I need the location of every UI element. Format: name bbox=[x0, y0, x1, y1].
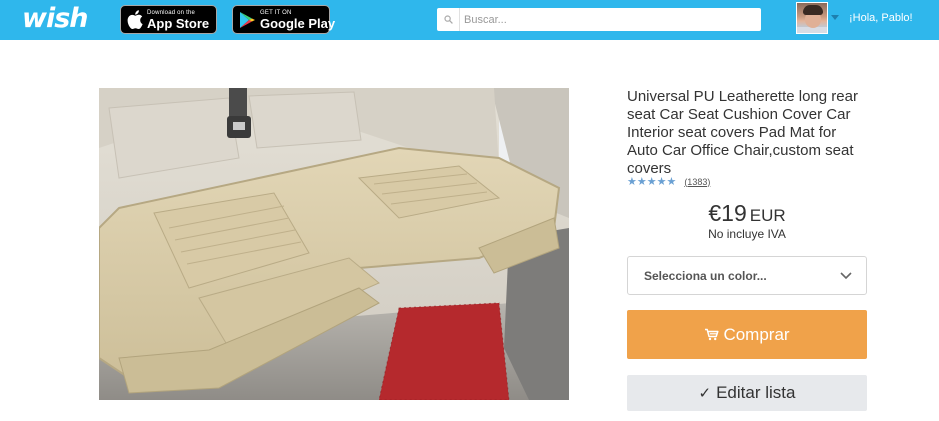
buy-button-label: Comprar bbox=[723, 324, 790, 344]
avatar[interactable] bbox=[796, 2, 828, 34]
review-count[interactable]: (1383) bbox=[684, 177, 710, 187]
cart-icon bbox=[704, 328, 719, 341]
product-rating[interactable]: ★★★★★ (1383) bbox=[627, 175, 710, 188]
app-store-badge[interactable]: Download on the App Store bbox=[120, 5, 217, 34]
rating-stars-icon: ★★★★★ bbox=[627, 176, 677, 188]
product-price: €19 EUR bbox=[627, 200, 867, 227]
wish-logo[interactable]: wish bbox=[22, 4, 88, 34]
google-play-big-text: Google Play bbox=[260, 15, 336, 31]
price-currency: EUR bbox=[749, 206, 786, 225]
search-icon[interactable] bbox=[437, 8, 459, 31]
buy-button[interactable]: Comprar bbox=[627, 310, 867, 359]
check-icon: ✓ bbox=[698, 385, 712, 402]
apple-icon bbox=[127, 10, 143, 30]
chevron-down-icon bbox=[840, 267, 852, 285]
product-image[interactable] bbox=[99, 88, 569, 400]
tax-note: No incluye IVA bbox=[708, 227, 786, 241]
top-bar: wish Download on the App Store GET IT ON… bbox=[0, 0, 939, 40]
app-store-small-text: Download on the bbox=[147, 9, 196, 16]
product-title: Universal PU Leatherette long rear seat … bbox=[627, 88, 858, 177]
color-select[interactable]: Selecciona un color... bbox=[627, 256, 867, 295]
search-input[interactable] bbox=[459, 8, 761, 31]
app-store-big-text: App Store bbox=[147, 15, 210, 31]
edit-list-label: Editar lista bbox=[716, 383, 796, 402]
play-icon bbox=[239, 10, 256, 30]
google-play-badge[interactable]: GET IT ON Google Play bbox=[232, 5, 335, 34]
color-select-label: Selecciona un color... bbox=[644, 268, 767, 283]
price-amount: €19 bbox=[708, 200, 747, 226]
search-bar bbox=[437, 8, 761, 31]
google-play-small-text: GET IT ON bbox=[260, 9, 292, 16]
chevron-down-icon[interactable] bbox=[831, 15, 839, 20]
edit-list-button[interactable]: ✓ Editar lista bbox=[627, 375, 867, 411]
user-greeting[interactable]: ¡Hola, Pablo! bbox=[849, 12, 913, 24]
